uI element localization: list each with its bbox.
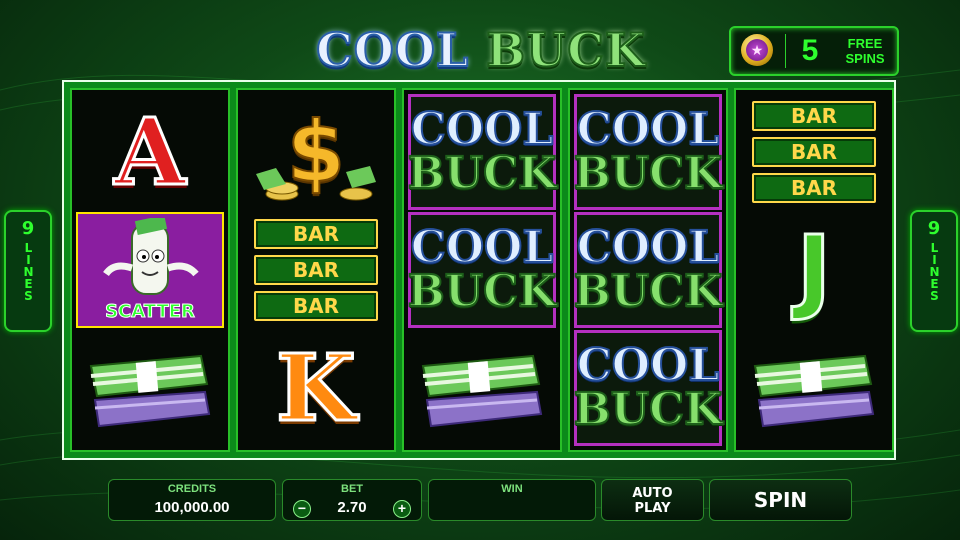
reel-2: $ BAR BAR BAR K bbox=[236, 88, 396, 452]
lines-badge-left[interactable]: 9 LINES bbox=[4, 210, 52, 332]
symbol-cool-buck-logo: COOL BUCK bbox=[573, 94, 723, 210]
lines-word: LINES bbox=[927, 241, 942, 301]
bar-plate: BAR bbox=[254, 255, 378, 285]
spin-button[interactable]: SPIN bbox=[709, 479, 852, 521]
autoplay-line2: PLAY bbox=[634, 501, 671, 516]
coins-icon bbox=[256, 166, 376, 201]
bet-label: BET bbox=[341, 483, 363, 495]
bet-increase-button[interactable]: + bbox=[393, 500, 411, 518]
lines-number: 9 bbox=[927, 218, 941, 239]
free-spins-label: FREE SPINS bbox=[837, 36, 893, 66]
game-title-logo: COOL BUCK bbox=[296, 23, 666, 77]
symbol-cool-buck-logo: COOL BUCK bbox=[407, 94, 557, 210]
reel-3: COOL BUCK COOL BUCK bbox=[402, 88, 562, 452]
free-label: FREE bbox=[847, 36, 883, 51]
title-cool: COOL bbox=[315, 23, 470, 77]
symbol-triple-bar: BAR BAR BAR bbox=[242, 212, 390, 328]
bar-plate: BAR bbox=[752, 173, 876, 203]
symbol-cool-buck-logo: COOL BUCK bbox=[573, 330, 723, 446]
win-panel: WIN bbox=[428, 479, 596, 521]
reel-frame: A SCATTER $ BAR BAR BAR K COOL BUCK COOL… bbox=[62, 80, 896, 460]
symbol-scatter: SCATTER bbox=[76, 212, 224, 328]
symbol-cash-stack bbox=[408, 330, 556, 446]
autoplay-line1: AUTO bbox=[632, 486, 673, 501]
autoplay-button[interactable]: AUTO PLAY bbox=[601, 479, 704, 521]
bar-plate: BAR bbox=[752, 101, 876, 131]
bar-plate: BAR bbox=[254, 291, 378, 321]
title-buck: BUCK bbox=[485, 23, 646, 77]
lines-word: LINES bbox=[21, 241, 36, 301]
symbol-cash-stack bbox=[740, 330, 888, 446]
free-spins-indicator: ★ 5 FREE SPINS bbox=[729, 26, 899, 76]
symbol-k: K bbox=[275, 334, 358, 442]
symbol-cash-stack bbox=[76, 330, 224, 446]
star-coin-icon: ★ bbox=[741, 34, 773, 66]
cash-stack-icon bbox=[753, 354, 875, 428]
credits-panel: CREDITS 100,000.00 bbox=[108, 479, 276, 521]
free-spins-count: 5 bbox=[801, 34, 819, 67]
win-label: WIN bbox=[501, 483, 523, 495]
credits-value: 100,000.00 bbox=[154, 499, 230, 516]
symbol-cool-buck-logo: COOL BUCK bbox=[573, 212, 723, 328]
symbol-j: J bbox=[795, 216, 832, 323]
bar-plate: BAR bbox=[752, 137, 876, 167]
scatter-label: SCATTER bbox=[105, 301, 196, 323]
cash-stack-icon bbox=[421, 354, 543, 428]
bar-plate: BAR bbox=[254, 219, 378, 249]
lines-number: 9 bbox=[21, 218, 35, 239]
bet-decrease-button[interactable]: − bbox=[293, 500, 311, 518]
symbol-a: A bbox=[113, 98, 187, 206]
scatter-mascot-icon bbox=[103, 218, 199, 295]
reel-5: BAR BAR BAR J bbox=[734, 88, 894, 452]
lines-badge-right[interactable]: 9 LINES bbox=[910, 210, 958, 332]
symbol-cool-buck-logo: COOL BUCK bbox=[407, 212, 557, 328]
reel-1: A SCATTER bbox=[70, 88, 230, 452]
divider bbox=[785, 34, 786, 68]
reel-4: COOL BUCK COOL BUCK COOL BUCK bbox=[568, 88, 728, 452]
credits-label: CREDITS bbox=[167, 483, 217, 495]
bet-panel: BET 2.70 − + bbox=[282, 479, 422, 521]
symbol-dollar: $ bbox=[242, 94, 390, 210]
spins-label: SPINS bbox=[845, 51, 885, 66]
cash-stack-icon bbox=[89, 354, 211, 428]
symbol-triple-bar: BAR BAR BAR bbox=[740, 94, 888, 210]
